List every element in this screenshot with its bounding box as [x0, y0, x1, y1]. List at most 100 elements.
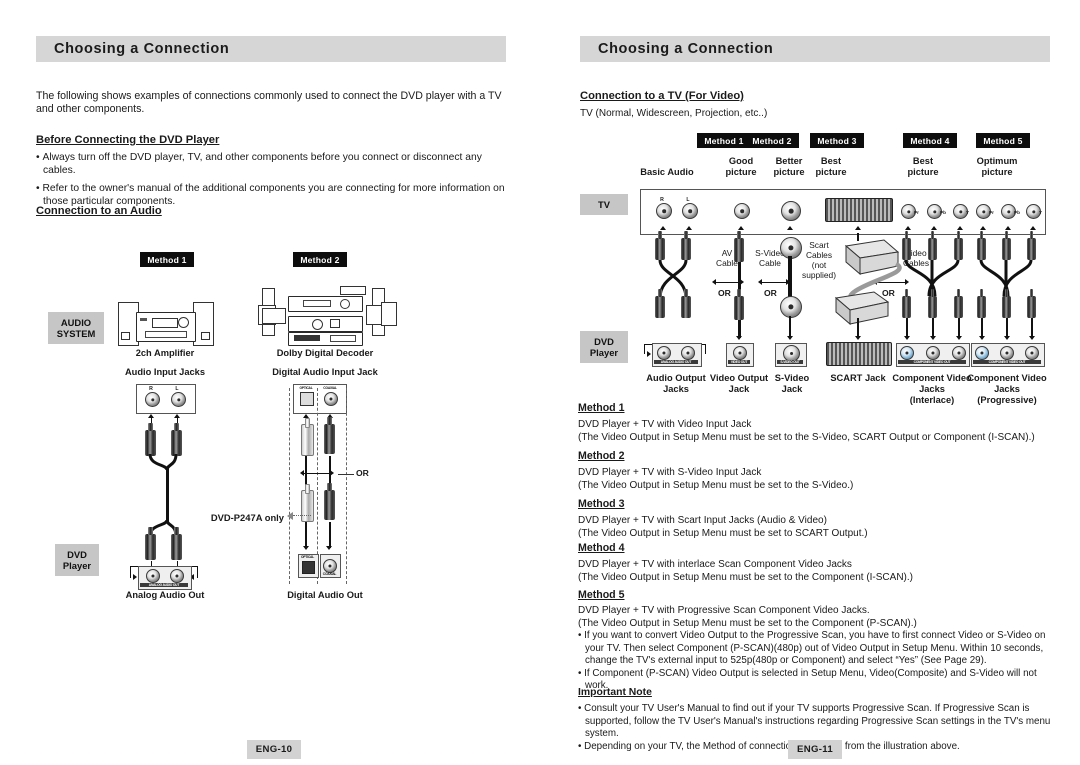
arrow-down-icon: [854, 336, 861, 340]
optical-plug: [301, 418, 314, 456]
amp-caption: 2ch Amplifier: [135, 348, 195, 358]
right-method-2-tag: Method 2: [745, 133, 799, 148]
component-plug: [928, 289, 937, 318]
rca-jack-l-icon: [171, 392, 186, 407]
arrow-up-icon: [979, 226, 986, 230]
coaxial-out-jack-icon: [323, 559, 337, 573]
component-progressive-caption: Component Video Jacks (Progressive): [967, 373, 1047, 405]
comp2-label-y: Y: [1039, 210, 1043, 215]
av-plug: [734, 289, 744, 320]
arrow-right-icon: [330, 470, 334, 476]
method-5-heading: Method 5: [578, 589, 625, 601]
method-1-line-1: DVD Player + TV with Video Input Jack: [578, 419, 752, 430]
method-2-line-1: DVD Player + TV with S-Video Input Jack: [578, 467, 762, 478]
method-4-line-1: DVD Player + TV with interlace Scan Comp…: [578, 559, 852, 570]
coaxial-out-label: COAXIAL: [322, 572, 337, 576]
rca-plug: [681, 231, 691, 260]
dvd-line2: Player: [62, 560, 92, 571]
arrow-up-icon: [1029, 226, 1036, 230]
dvd-comp-pb-icon: [926, 346, 940, 360]
quality-label-basic-audio: Basic Audio: [640, 167, 694, 177]
av-plug: [734, 231, 744, 262]
method-1-line-2: (The Video Output in Setup Menu must be …: [578, 432, 1035, 443]
left-dvd-player-label: DVD Player: [55, 544, 99, 576]
bullet-text: Depending on your TV, the Method of conn…: [584, 740, 960, 752]
scart-jack-caption: SCART Jack: [830, 373, 886, 383]
rca-plug: [655, 289, 665, 318]
tv-subtitle: TV (Normal, Widescreen, Projection, etc.…: [580, 108, 768, 119]
digital-audio-input-jack-caption: Digital Audio Input Jack: [272, 367, 378, 377]
coaxial-jack-icon: [324, 392, 338, 406]
right-dvd-player-label: DVD Player: [580, 331, 628, 363]
arrow-up-icon: [786, 226, 793, 230]
important-note-heading: Important Note: [578, 687, 652, 698]
arrow-down-icon: [929, 336, 936, 340]
left-or-label: OR: [356, 468, 369, 478]
rca-plug: [655, 231, 665, 260]
arrow-right-icon: [133, 574, 137, 580]
arrow-down-icon: [903, 336, 910, 340]
optical-jack-icon: [300, 392, 314, 406]
dvd-line1: DVD: [67, 549, 87, 560]
component-plug: [954, 289, 963, 318]
bullet-text: If Component (P-SCAN) Video Output is se…: [584, 667, 1037, 692]
rca-out-r-icon: [146, 569, 160, 583]
component-plug: [1002, 289, 1011, 318]
svideo-plug: [780, 296, 802, 318]
svideo-jack-caption: S-Video Jack: [774, 373, 810, 394]
tv-label: TV: [580, 194, 628, 215]
coaxial-label: COAXIAL: [323, 386, 337, 390]
rca-plug: [171, 527, 182, 560]
arrow-down-icon: [736, 336, 743, 340]
dvd-video-out-icon: [733, 346, 747, 360]
component-plug: [1027, 289, 1036, 318]
connection-to-tv-heading: Connection to a TV (For Video): [580, 90, 744, 102]
arrow-up-icon: [956, 226, 963, 230]
audio-input-jacks-caption: Audio Input Jacks: [124, 367, 206, 377]
component-plug: [902, 289, 911, 318]
rca-jack-r-icon: [145, 392, 160, 407]
method-3-line-2: (The Video Output in Setup Menu must be …: [578, 528, 868, 539]
arrow-up-icon: [659, 226, 666, 230]
arrow-right-icon: [740, 279, 744, 285]
tv-video-jack-icon: [734, 203, 750, 219]
right-page-title: Choosing a Connection: [598, 41, 774, 57]
audio-system-line2: SYSTEM: [56, 328, 96, 339]
tv-audio-jack-l-icon: [682, 203, 698, 219]
arrow-down-icon: [1028, 336, 1035, 340]
dvd-comp-y-icon: [952, 346, 966, 360]
left-page-header-bar: Choosing a Connection: [36, 36, 506, 62]
optical-out-label: OPTICAL: [300, 555, 315, 559]
or-label-1: OR: [718, 288, 731, 298]
optical-plug: [301, 484, 314, 522]
left-page-number: ENG-10: [247, 740, 301, 759]
method-4-line-2: (The Video Output in Setup Menu must be …: [578, 572, 913, 583]
dvd-comp2-pr-icon: [975, 346, 989, 360]
optical-label: OPTICAL: [299, 386, 313, 390]
audio-system-label: AUDIO SYSTEM: [48, 312, 104, 344]
connection-to-audio-heading: Connection to an Audio: [36, 205, 162, 217]
comp-label-pr: Pr: [914, 210, 919, 215]
decoder-caption: Dolby Digital Decoder: [276, 348, 374, 358]
digital-audio-out-caption: Digital Audio Out: [287, 590, 363, 600]
arrow-down-icon: [978, 336, 985, 340]
dvd-audio-out-r-icon: [657, 346, 671, 360]
left-method-2-tag: Method 2: [293, 252, 347, 267]
quality-label-good: Good picture: [725, 156, 757, 177]
method-5-line-1: DVD Player + TV with Progressive Scan Co…: [578, 605, 870, 616]
bullet-text: Consult your TV User's Manual to find ou…: [584, 703, 1051, 740]
audio-system-line1: AUDIO: [60, 317, 92, 328]
dvd-comp-pr-icon: [900, 346, 914, 360]
tv-audio-jack-r-icon: [656, 203, 672, 219]
arrow-left-icon: [300, 470, 304, 476]
arrow-right-icon: [647, 351, 651, 357]
analog-out-panel-caption: ANALOG AUDIO OUT: [654, 360, 698, 364]
component-plug: [902, 231, 911, 260]
cable-y-junction: [148, 453, 178, 471]
quality-label-optimum: Optimum picture: [976, 156, 1018, 177]
method-3-line-1: DVD Player + TV with Scart Input Jacks (…: [578, 515, 827, 526]
model-note: DVD-P247A only: [210, 512, 284, 523]
component-plug: [1027, 231, 1036, 260]
right-method-1-tag: Method 1: [697, 133, 751, 148]
dvd-scart-jack-icon: [826, 342, 892, 366]
